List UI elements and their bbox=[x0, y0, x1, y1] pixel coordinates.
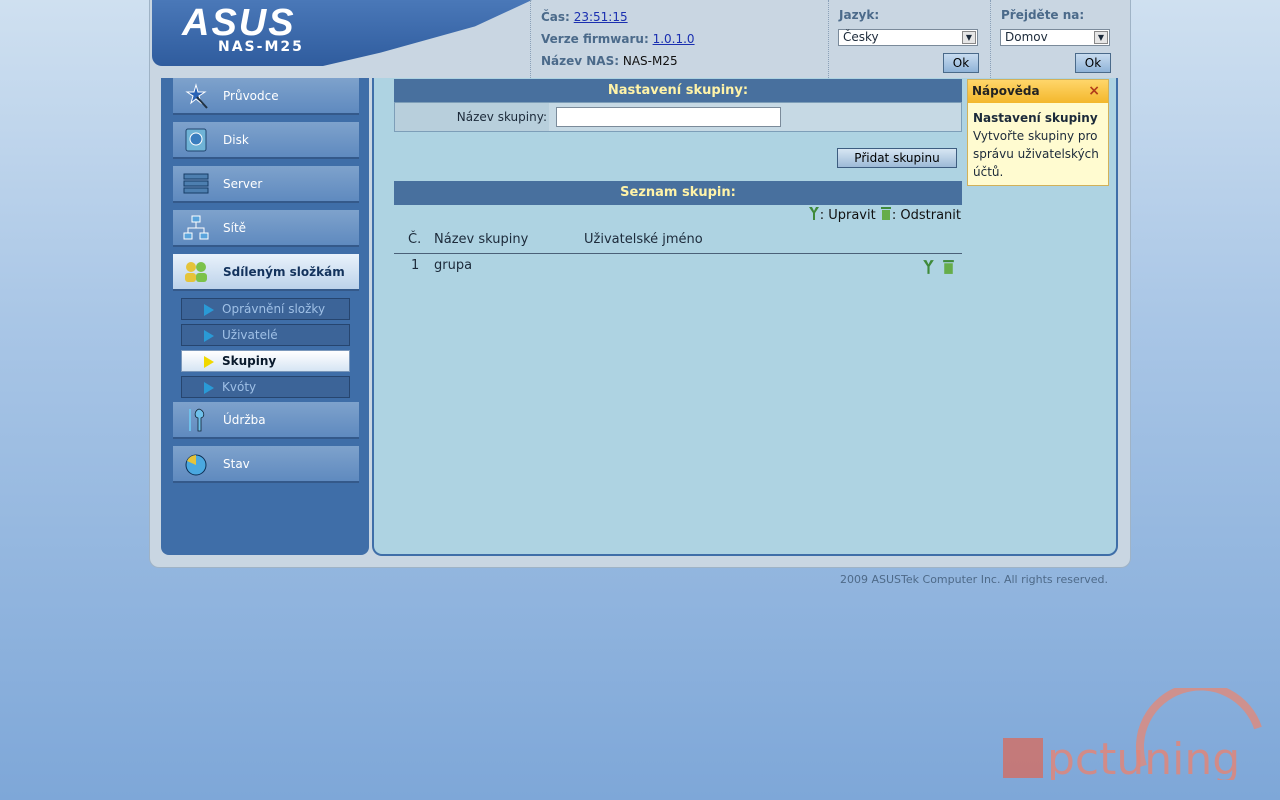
goto-ok-button[interactable]: Ok bbox=[1075, 53, 1111, 73]
model-name: NAS-M25 bbox=[218, 39, 304, 55]
help-heading: Nastavení skupiny bbox=[973, 111, 1098, 125]
chevron-down-icon[interactable]: ▼ bbox=[962, 31, 976, 44]
sidebar: Průvodce Disk Server Sítě Sdíleným složk… bbox=[161, 78, 369, 555]
wand-icon bbox=[185, 83, 208, 109]
sidebar-item-sdilene-slozky[interactable]: Sdíleným složkám bbox=[173, 254, 359, 291]
network-icon bbox=[183, 215, 209, 240]
group-name-input[interactable] bbox=[556, 107, 781, 127]
add-group-button[interactable]: Přidat skupinu bbox=[837, 148, 957, 168]
table-row: 1 grupa bbox=[394, 256, 962, 278]
tools-icon bbox=[189, 408, 205, 432]
arrow-right-icon bbox=[204, 304, 214, 316]
nas-name-label: Název NAS: bbox=[541, 54, 620, 68]
legend-edit-label: : Upravit bbox=[819, 208, 876, 223]
copyright: 2009 ASUSTek Computer Inc. All rights re… bbox=[840, 573, 1108, 586]
sidebar-item-stav[interactable]: Stav bbox=[173, 446, 359, 483]
group-name-label: Název skupiny: bbox=[395, 103, 549, 131]
row-num: 1 bbox=[411, 258, 420, 273]
status-icon bbox=[185, 454, 207, 476]
arrow-right-icon bbox=[204, 382, 214, 394]
header: ASUS NAS-M25 Čas: 23:51:15 Verze firmwar… bbox=[150, 0, 1130, 78]
subitem-skupiny[interactable]: Skupiny bbox=[181, 350, 350, 372]
arrow-right-icon bbox=[204, 356, 214, 368]
sidebar-item-label: Údržba bbox=[223, 413, 266, 427]
subitem-label: Kvóty bbox=[222, 380, 257, 394]
nas-name-value: NAS-M25 bbox=[622, 54, 678, 68]
watermark-text: pctuning bbox=[1047, 734, 1240, 780]
time-link[interactable]: 23:51:15 bbox=[574, 10, 628, 24]
app-frame: ASUS NAS-M25 Čas: 23:51:15 Verze firmwar… bbox=[149, 0, 1131, 568]
help-text: Vytvořte skupiny pro správu uživatelskýc… bbox=[973, 129, 1099, 179]
goto-select-value: Domov bbox=[1005, 30, 1048, 44]
disk-icon bbox=[185, 128, 207, 152]
sidebar-item-label: Sdíleným složkám bbox=[223, 265, 345, 279]
help-header: Nápověda × bbox=[968, 80, 1108, 103]
group-list-title: Seznam skupin: bbox=[394, 181, 962, 205]
subitem-label: Skupiny bbox=[222, 354, 277, 368]
close-icon[interactable]: × bbox=[1088, 80, 1100, 102]
edit-icon[interactable] bbox=[922, 259, 935, 275]
sidebar-item-udrzba[interactable]: Údržba bbox=[173, 402, 359, 439]
sidebar-item-site[interactable]: Sítě bbox=[173, 210, 359, 247]
group-table-header: Č. Název skupiny Uživatelské jméno bbox=[394, 228, 962, 254]
subitem-label: Uživatelé bbox=[222, 328, 278, 342]
pctuning-watermark: pctuning bbox=[1003, 688, 1262, 780]
language-select[interactable]: Česky ▼ bbox=[838, 29, 978, 46]
firmware-label: Verze firmwaru: bbox=[541, 32, 649, 46]
sidebar-item-server[interactable]: Server bbox=[173, 166, 359, 203]
users-icon bbox=[185, 262, 207, 282]
language-select-value: Česky bbox=[843, 30, 879, 44]
edit-icon bbox=[808, 207, 819, 220]
help-title: Nápověda bbox=[972, 84, 1040, 98]
sidebar-item-pruvodce[interactable]: Průvodce bbox=[173, 78, 359, 115]
sidebar-item-disk[interactable]: Disk bbox=[173, 122, 359, 159]
goto-label: Přejděte na: bbox=[1001, 8, 1085, 22]
column-header-name: Název skupiny bbox=[434, 232, 529, 247]
time-label: Čas: bbox=[541, 10, 570, 24]
action-legend: : Upravit : Odstranit bbox=[808, 206, 961, 223]
group-name-row: Název skupiny: bbox=[394, 102, 962, 132]
language-ok-button[interactable]: Ok bbox=[943, 53, 979, 73]
sidebar-item-label: Server bbox=[223, 177, 263, 191]
language-label: Jazyk: bbox=[839, 8, 880, 22]
help-panel: Nápověda × Nastavení skupiny Vytvořte sk… bbox=[967, 79, 1109, 186]
group-settings-title: Nastavení skupiny: bbox=[394, 79, 962, 103]
system-info: Čas: 23:51:15 Verze firmwaru: 1.0.1.0 Ná… bbox=[530, 0, 828, 78]
trash-icon bbox=[880, 207, 891, 220]
trash-icon[interactable] bbox=[942, 259, 955, 275]
sidebar-item-label: Stav bbox=[223, 457, 250, 471]
legend-delete-label: : Odstranit bbox=[891, 208, 961, 223]
row-group-name: grupa bbox=[434, 258, 473, 273]
sidebar-item-label: Průvodce bbox=[223, 89, 279, 103]
chevron-down-icon[interactable]: ▼ bbox=[1094, 31, 1108, 44]
subitem-opravneni-slozky[interactable]: Oprávnění složky bbox=[181, 298, 350, 320]
subitem-uzivatele[interactable]: Uživatelé bbox=[181, 324, 350, 346]
server-icon bbox=[183, 173, 209, 194]
arrow-right-icon bbox=[204, 330, 214, 342]
goto-select[interactable]: Domov ▼ bbox=[1000, 29, 1110, 46]
sidebar-item-label: Sítě bbox=[223, 221, 247, 235]
firmware-link[interactable]: 1.0.1.0 bbox=[653, 32, 695, 46]
sidebar-item-label: Disk bbox=[223, 133, 249, 147]
column-header-users: Uživatelské jméno bbox=[584, 232, 703, 247]
column-header-num: Č. bbox=[408, 232, 422, 247]
logo-banner: ASUS NAS-M25 bbox=[152, 0, 532, 66]
subitem-label: Oprávnění složky bbox=[222, 302, 326, 316]
subitem-kvoty[interactable]: Kvóty bbox=[181, 376, 350, 398]
